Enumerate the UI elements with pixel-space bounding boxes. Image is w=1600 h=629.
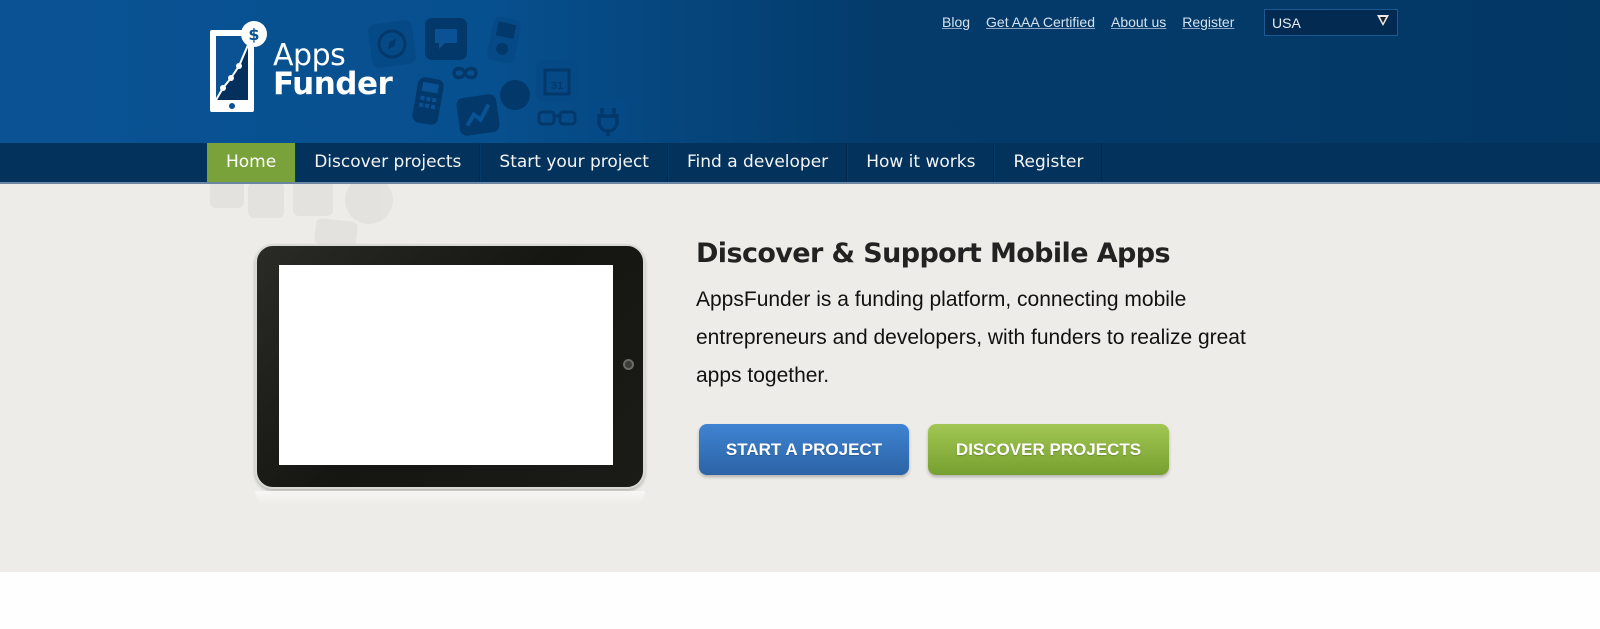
logo-wordmark: Apps Funder: [273, 41, 393, 102]
phone-growth-icon: $: [210, 21, 267, 112]
nav-item-how-it-works[interactable]: How it works: [847, 143, 995, 182]
toplink-register[interactable]: Register: [1182, 14, 1234, 30]
country-select-value: USA: [1272, 15, 1301, 31]
tablet-reflection: [255, 491, 645, 505]
infinity-icon: [448, 60, 482, 86]
plug-icon: [588, 98, 628, 138]
main-nav: Home Discover projects Start your projec…: [207, 143, 1103, 182]
triangle-down-icon: [1377, 15, 1389, 26]
top-links: Blog Get AAA Certified About us Register: [942, 14, 1250, 30]
hero-title: Discover & Support Mobile Apps: [696, 238, 1171, 269]
nav-item-discover-projects[interactable]: Discover projects: [295, 143, 481, 182]
svg-text:$: $: [248, 25, 259, 44]
start-a-project-button[interactable]: START A PROJECT: [699, 424, 909, 475]
clock-icon: [248, 184, 284, 218]
main-navbar: Home Discover projects Start your projec…: [0, 143, 1600, 184]
music-player-icon: [485, 15, 523, 65]
calendar-icon: 31: [536, 60, 578, 102]
tablet-home-button: [623, 359, 634, 370]
nav-item-home[interactable]: Home: [207, 143, 296, 182]
glasses-icon: [536, 108, 580, 130]
gear-icon: [500, 80, 530, 110]
appsfunder-logo[interactable]: $ Apps Funder: [207, 18, 393, 118]
svg-text:31: 31: [551, 80, 563, 92]
hero-section: Discover & Support Mobile Apps AppsFunde…: [0, 184, 1600, 572]
chart-app-icon: [455, 93, 501, 137]
discover-projects-button[interactable]: DISCOVER PROJECTS: [928, 424, 1169, 475]
logo-funder-text: Funder: [273, 66, 393, 102]
site-header: 31 $ Apps Funder Blog Get AAA Certified …: [0, 0, 1600, 143]
nav-item-register[interactable]: Register: [994, 143, 1103, 182]
nav-item-find-a-developer[interactable]: Find a developer: [667, 143, 848, 182]
toplink-get-aaa-certified[interactable]: Get AAA Certified: [986, 14, 1095, 30]
game-controller-icon: [210, 184, 244, 208]
tablet-screen: [279, 265, 613, 465]
calendar-icon: [293, 184, 333, 216]
tablet-image: [255, 244, 645, 489]
hero-description: AppsFunder is a funding platform, connec…: [696, 288, 1246, 387]
smiley-icon: [345, 184, 393, 224]
chat-bubble-icon: [425, 18, 467, 60]
calculator-icon: [411, 76, 445, 126]
nav-item-start-your-project[interactable]: Start your project: [480, 143, 668, 182]
toplink-about-us[interactable]: About us: [1111, 14, 1166, 30]
country-select[interactable]: USA: [1264, 9, 1398, 36]
toplink-blog[interactable]: Blog: [942, 14, 970, 30]
